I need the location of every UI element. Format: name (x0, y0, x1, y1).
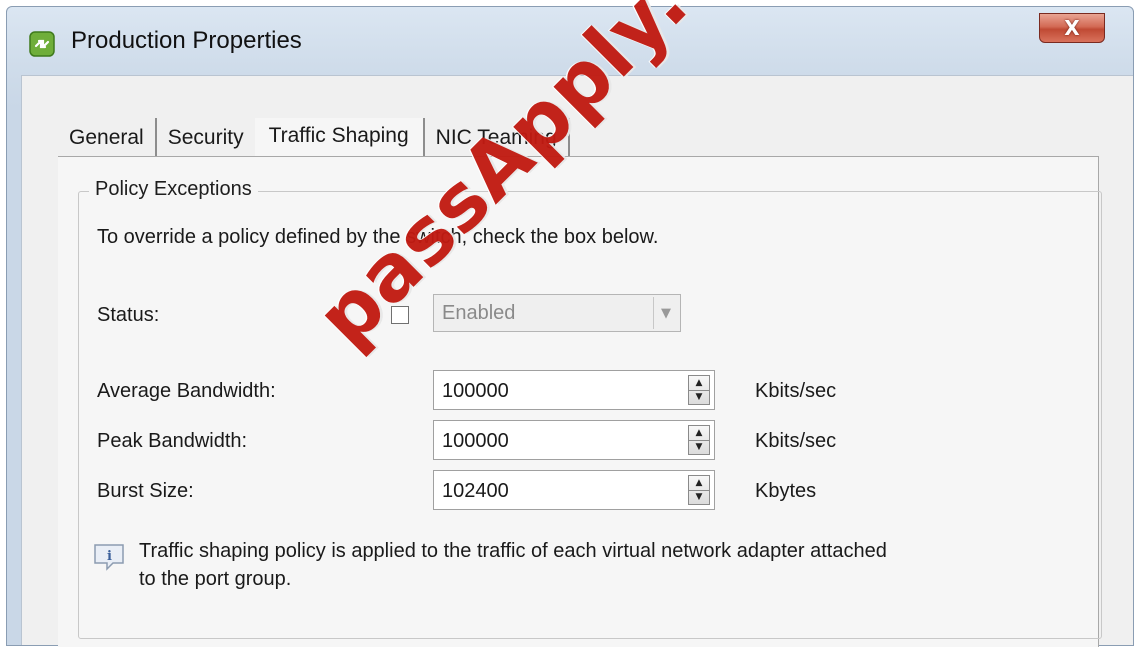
group-title: Policy Exceptions (89, 178, 258, 201)
burst-size-spinner[interactable]: ▲ ▼ (688, 475, 710, 505)
tab-strip: General Security Traffic Shaping NIC Tea… (58, 114, 570, 160)
peak-bandwidth-label: Peak Bandwidth: (97, 430, 248, 452)
policy-exceptions-group: Policy Exceptions To override a policy d… (78, 178, 1102, 639)
status-select-value: Enabled (442, 302, 516, 324)
window-title: Production Properties (71, 27, 302, 54)
close-icon: X (1064, 16, 1080, 40)
policy-note-line-2: to the port group. (139, 568, 292, 590)
tab-nic-teaming[interactable]: NIC Teaming (422, 118, 570, 158)
link-network-icon (29, 31, 55, 57)
burst-size-unit: Kbytes (755, 480, 817, 502)
burst-size-label: Burst Size: (97, 480, 194, 502)
policy-note-line-1: Traffic shaping policy is applied to the… (139, 540, 887, 562)
status-override-checkbox[interactable] (391, 306, 409, 324)
average-bandwidth-value: 100000 (442, 380, 509, 402)
info-icon: i (94, 544, 124, 571)
peak-bandwidth-input[interactable]: 100000 ▲ ▼ (433, 420, 715, 460)
average-bandwidth-spinner[interactable]: ▲ ▼ (688, 375, 710, 405)
tab-security[interactable]: Security (156, 118, 255, 158)
burst-size-input[interactable]: 102400 ▲ ▼ (433, 470, 715, 510)
spin-down-icon[interactable]: ▼ (689, 440, 709, 454)
average-bandwidth-label: Average Bandwidth: (97, 380, 276, 402)
spin-down-icon[interactable]: ▼ (689, 490, 709, 504)
svg-text:i: i (107, 549, 112, 564)
burst-size-value: 102400 (442, 480, 509, 502)
close-button[interactable]: X (1039, 13, 1105, 43)
status-select[interactable]: Enabled ▼ (433, 294, 681, 332)
average-bandwidth-input[interactable]: 100000 ▲ ▼ (433, 370, 715, 410)
tab-general[interactable]: General (58, 118, 157, 158)
dialog-client-area: General Security Traffic Shaping NIC Tea… (21, 75, 1133, 647)
spin-down-icon[interactable]: ▼ (689, 390, 709, 404)
title-bar[interactable]: Production Properties X (7, 7, 1133, 75)
properties-window: Production Properties X General Security… (6, 6, 1134, 647)
peak-bandwidth-spinner[interactable]: ▲ ▼ (688, 425, 710, 455)
status-label: Status: (97, 304, 160, 326)
instruction-text: To override a policy defined by the swit… (97, 226, 659, 248)
spin-up-icon[interactable]: ▲ (689, 426, 709, 441)
spin-up-icon[interactable]: ▲ (689, 376, 709, 391)
spin-up-icon[interactable]: ▲ (689, 476, 709, 491)
chevron-down-icon[interactable]: ▼ (653, 297, 678, 329)
peak-bandwidth-unit: Kbits/sec (755, 430, 837, 452)
average-bandwidth-unit: Kbits/sec (755, 380, 837, 402)
peak-bandwidth-value: 100000 (442, 430, 509, 452)
traffic-shaping-panel: Policy Exceptions To override a policy d… (58, 156, 1102, 647)
tab-traffic-shaping[interactable]: Traffic Shaping (254, 118, 423, 160)
